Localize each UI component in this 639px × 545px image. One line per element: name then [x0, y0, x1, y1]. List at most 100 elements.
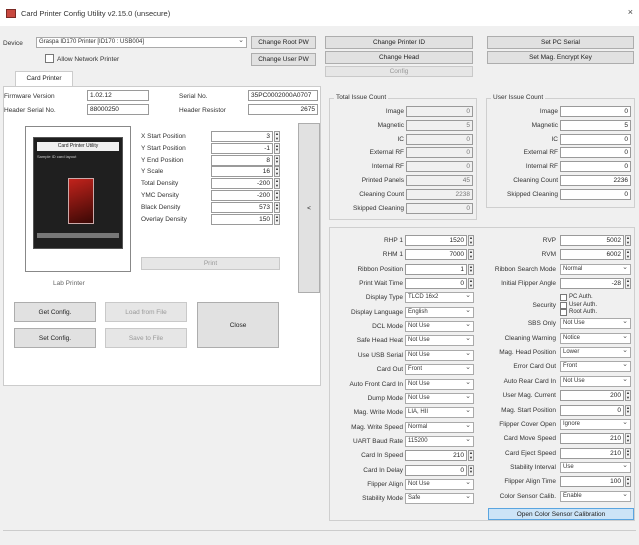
setting-spin[interactable]: ▲ ▼: [625, 390, 631, 402]
setting-select[interactable]: Use: [560, 461, 631, 473]
param-spin[interactable]: ▲ ▼: [274, 201, 280, 213]
setting-spin[interactable]: ▲ ▼: [468, 263, 474, 275]
setting-select[interactable]: Enable: [560, 490, 631, 502]
header-resistor-field[interactable]: 2675: [248, 104, 318, 115]
param-spin[interactable]: ▲ ▼: [274, 190, 280, 201]
setting-field[interactable]: 210: [405, 450, 467, 462]
setting-select[interactable]: Safe: [405, 493, 474, 505]
setting-field[interactable]: 0: [405, 278, 467, 290]
param-field[interactable]: 150: [211, 213, 273, 225]
print-button[interactable]: Print: [141, 257, 280, 270]
setting-select[interactable]: 115200: [405, 435, 474, 447]
set-pc-serial-button[interactable]: Set PC Serial: [487, 36, 634, 49]
close-icon[interactable]: ×: [628, 7, 633, 17]
setting-spin[interactable]: ▲ ▼: [625, 476, 631, 488]
setting-select[interactable]: Not Use: [405, 321, 474, 333]
total-issue-value[interactable]: 45: [406, 175, 473, 186]
total-issue-value[interactable]: 0: [406, 133, 473, 145]
config-button[interactable]: Config: [325, 66, 473, 77]
setting-select[interactable]: Not Use: [405, 478, 474, 490]
total-issue-value[interactable]: 5: [406, 119, 473, 131]
setting-select[interactable]: Ignore: [560, 418, 631, 430]
param-field[interactable]: 573: [211, 201, 273, 213]
param-spin[interactable]: ▲ ▼: [274, 142, 280, 154]
param-field[interactable]: -200: [211, 190, 273, 201]
open-color-calibration-button[interactable]: Open Color Sensor Calibration: [488, 508, 634, 520]
user-issue-value[interactable]: 0: [560, 161, 631, 173]
setting-select[interactable]: Not Use: [560, 375, 631, 387]
setting-select[interactable]: Front: [405, 364, 474, 376]
total-issue-value[interactable]: 0: [406, 161, 473, 173]
param-field[interactable]: 8: [211, 154, 273, 166]
setting-select[interactable]: Notice: [560, 332, 631, 344]
user-issue-value[interactable]: 2236: [560, 175, 631, 186]
setting-field[interactable]: 5002: [560, 235, 624, 246]
setting-field[interactable]: 0: [560, 404, 624, 416]
param-field[interactable]: 16: [211, 166, 273, 178]
param-spin[interactable]: ▲ ▼: [274, 178, 280, 190]
change-user-pw-button[interactable]: Change User PW: [251, 53, 316, 66]
total-issue-value[interactable]: 2238: [406, 188, 473, 200]
change-head-button[interactable]: Change Head: [325, 51, 473, 64]
get-config-button[interactable]: Get Config.: [14, 302, 96, 322]
tab-card-printer[interactable]: Card Printer: [15, 71, 73, 86]
param-field[interactable]: -1: [211, 142, 273, 154]
setting-field[interactable]: 200: [560, 390, 624, 402]
setting-field[interactable]: -28: [560, 278, 624, 290]
setting-field[interactable]: 210: [560, 433, 624, 445]
setting-field[interactable]: 1520: [405, 235, 467, 246]
setting-spin[interactable]: ▲ ▼: [625, 278, 631, 290]
user-issue-value[interactable]: 5: [560, 119, 631, 131]
setting-select[interactable]: Normal: [405, 421, 474, 433]
user-issue-value[interactable]: 0: [560, 188, 631, 200]
setting-spin[interactable]: ▲ ▼: [625, 235, 631, 246]
setting-select[interactable]: Front: [560, 361, 631, 373]
save-to-file-button[interactable]: Save to File: [105, 328, 187, 348]
user-issue-value[interactable]: 0: [560, 133, 631, 145]
set-mag-key-button[interactable]: Set Mag. Encrypt Key: [487, 51, 634, 64]
security-checkbox[interactable]: [560, 301, 567, 309]
setting-field[interactable]: 210: [560, 447, 624, 459]
close-button[interactable]: Close: [197, 302, 279, 348]
setting-select[interactable]: Not Use: [405, 392, 474, 404]
setting-field[interactable]: 100: [560, 476, 624, 488]
setting-select[interactable]: LIA, HII: [405, 407, 474, 419]
setting-select[interactable]: Lower: [560, 347, 631, 359]
change-root-pw-button[interactable]: Change Root PW: [251, 36, 316, 49]
set-config-button[interactable]: Set Config.: [14, 328, 96, 348]
param-field[interactable]: -200: [211, 178, 273, 190]
allow-network-checkbox[interactable]: [45, 54, 54, 63]
setting-select[interactable]: English: [405, 306, 474, 318]
firmware-field[interactable]: 1.02.12: [87, 90, 149, 101]
collapse-arrow-button[interactable]: <: [298, 123, 320, 293]
setting-select[interactable]: Normal: [560, 263, 631, 275]
device-select[interactable]: Graspa ID170 Printer [ID170 : USB004]: [36, 37, 247, 48]
setting-field[interactable]: 1: [405, 263, 467, 275]
user-issue-value[interactable]: 0: [560, 147, 631, 159]
load-from-file-button[interactable]: Load from File: [105, 302, 187, 322]
setting-field[interactable]: 6002: [560, 249, 624, 261]
setting-spin[interactable]: ▲ ▼: [468, 464, 474, 476]
setting-field[interactable]: 7000: [405, 249, 467, 261]
security-checkbox[interactable]: [560, 294, 567, 302]
setting-spin[interactable]: ▲ ▼: [625, 447, 631, 459]
setting-spin[interactable]: ▲ ▼: [468, 278, 474, 290]
serial-field[interactable]: 35PC0002000A0707: [248, 90, 318, 101]
param-field[interactable]: 3: [211, 131, 273, 142]
change-printer-id-button[interactable]: Change Printer ID: [325, 36, 473, 49]
setting-select[interactable]: Not Use: [405, 335, 474, 347]
user-issue-value[interactable]: 0: [560, 106, 631, 117]
param-spin[interactable]: ▲ ▼: [274, 154, 280, 166]
total-issue-value[interactable]: 0: [406, 202, 473, 214]
param-spin[interactable]: ▲ ▼: [274, 166, 280, 178]
setting-spin[interactable]: ▲ ▼: [468, 249, 474, 261]
setting-spin[interactable]: ▲ ▼: [468, 450, 474, 462]
setting-select[interactable]: Not Use: [560, 318, 631, 330]
param-spin[interactable]: ▲ ▼: [274, 131, 280, 142]
setting-select[interactable]: TLCD 16x2: [405, 292, 474, 304]
setting-spin[interactable]: ▲ ▼: [468, 235, 474, 246]
setting-spin[interactable]: ▲ ▼: [625, 249, 631, 261]
param-spin[interactable]: ▲ ▼: [274, 213, 280, 225]
setting-spin[interactable]: ▲ ▼: [625, 433, 631, 445]
total-issue-value[interactable]: 0: [406, 106, 473, 117]
